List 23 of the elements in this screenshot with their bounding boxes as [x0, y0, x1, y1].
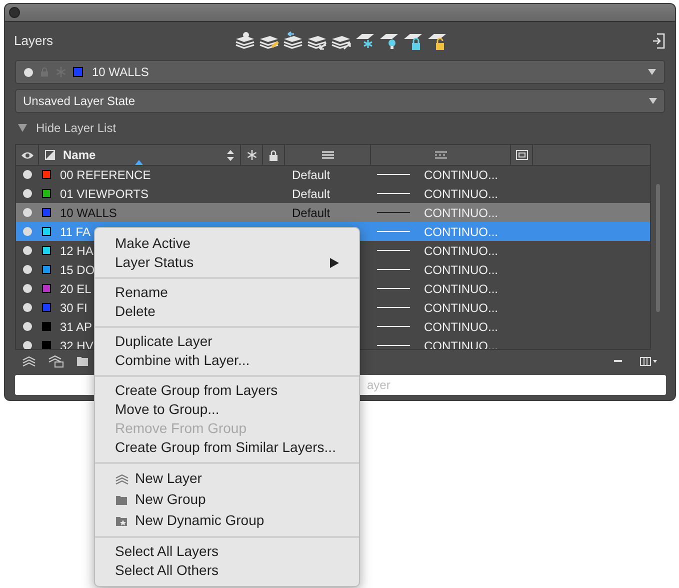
linetype-value: CONTINUO... — [424, 262, 498, 278]
linetype-value: CONTINUO... — [424, 300, 498, 316]
linetype-value: CONTINUO... — [424, 204, 498, 222]
layer-name: 10 WALLS — [60, 204, 117, 222]
linetype-value: CONTINUO... — [424, 242, 498, 260]
linetype-value: CONTINUO... — [424, 318, 498, 336]
current-layer-name: 10 WALLS — [92, 64, 150, 81]
layer-name: 20 EL — [60, 280, 92, 298]
lineweight-value: Default — [292, 168, 330, 182]
layer-name: 31 AP — [60, 318, 92, 336]
panel-title: Layers — [14, 32, 54, 50]
layer-name: 12 HA — [60, 242, 94, 260]
layer-name: 15 DO — [60, 262, 95, 278]
lineweight-value: Default — [292, 206, 330, 220]
linetype-value: CONTINUO... — [424, 166, 498, 184]
layer-name: 30 FI — [60, 300, 88, 316]
layer-name: 00 REFERENCE — [60, 166, 151, 184]
linetype-value: CONTINUO... — [424, 186, 498, 202]
layer-name: 01 VIEWPORTS — [60, 186, 148, 202]
lineweight-value: Default — [292, 186, 330, 200]
linetype-value: CONTINUO... — [424, 224, 498, 240]
linetype-value: CONTINUO... — [424, 280, 498, 298]
layer-name: 11 FA — [60, 224, 90, 240]
